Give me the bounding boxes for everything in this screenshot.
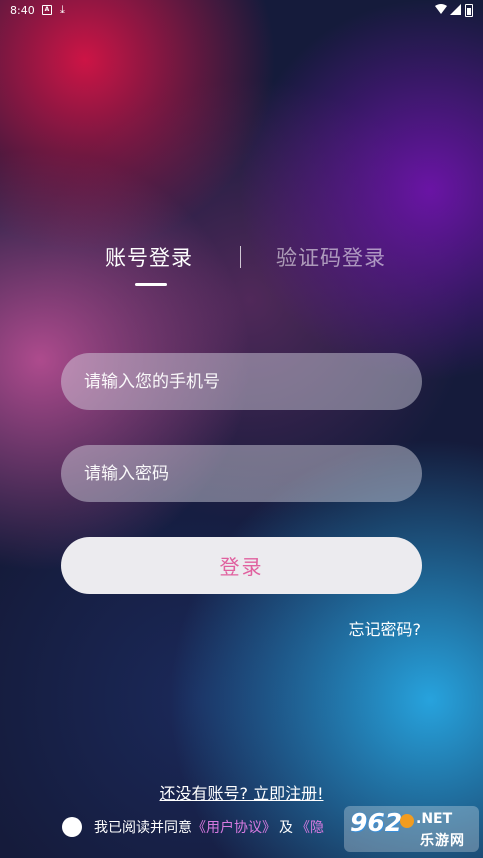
password-field[interactable] bbox=[61, 445, 422, 502]
tab-code-login[interactable]: 验证码登录 bbox=[276, 242, 386, 272]
watermark-number: 962 bbox=[350, 808, 403, 837]
password-input[interactable] bbox=[82, 462, 422, 485]
watermark-logo-icon bbox=[400, 814, 414, 828]
watermark-net: .NET bbox=[416, 811, 453, 827]
privacy-policy-link[interactable]: 《隐 bbox=[296, 817, 324, 837]
phone-field[interactable] bbox=[61, 353, 422, 410]
login-button[interactable]: 登录 bbox=[61, 537, 422, 594]
phone-input[interactable] bbox=[82, 370, 422, 393]
forgot-password-link[interactable]: 忘记密码? bbox=[349, 616, 422, 640]
wifi-icon bbox=[435, 4, 447, 14]
active-tab-indicator bbox=[135, 283, 167, 286]
agreement-prefix: 我已阅读并同意 bbox=[94, 820, 192, 836]
login-tabs: 账号登录 验证码登录 bbox=[0, 242, 483, 286]
agreement-row: 我已阅读并同意 《用户协议》 及 《隐 bbox=[62, 816, 324, 838]
battery-icon bbox=[465, 4, 473, 17]
background bbox=[0, 0, 483, 858]
watermark-logo: 962 .NET 乐游网 bbox=[344, 806, 479, 852]
user-agreement-link[interactable]: 《用户协议》 bbox=[192, 817, 276, 837]
download-icon: ⤓ bbox=[60, 3, 65, 16]
tab-account-login[interactable]: 账号登录 bbox=[105, 242, 193, 272]
status-time: 8:40 bbox=[10, 4, 35, 17]
register-row: 还没有账号? 立即注册! bbox=[0, 780, 483, 804]
app-a-icon: A bbox=[42, 5, 52, 15]
signal-icon bbox=[450, 4, 461, 15]
agreement-and: 及 bbox=[279, 820, 293, 836]
agree-radio[interactable] bbox=[62, 817, 82, 837]
watermark-cn: 乐游网 bbox=[420, 833, 465, 849]
register-link[interactable]: 还没有账号? 立即注册! bbox=[160, 784, 324, 803]
status-bar: 8:40 A ⤓ bbox=[0, 0, 483, 22]
tab-divider bbox=[240, 246, 241, 268]
